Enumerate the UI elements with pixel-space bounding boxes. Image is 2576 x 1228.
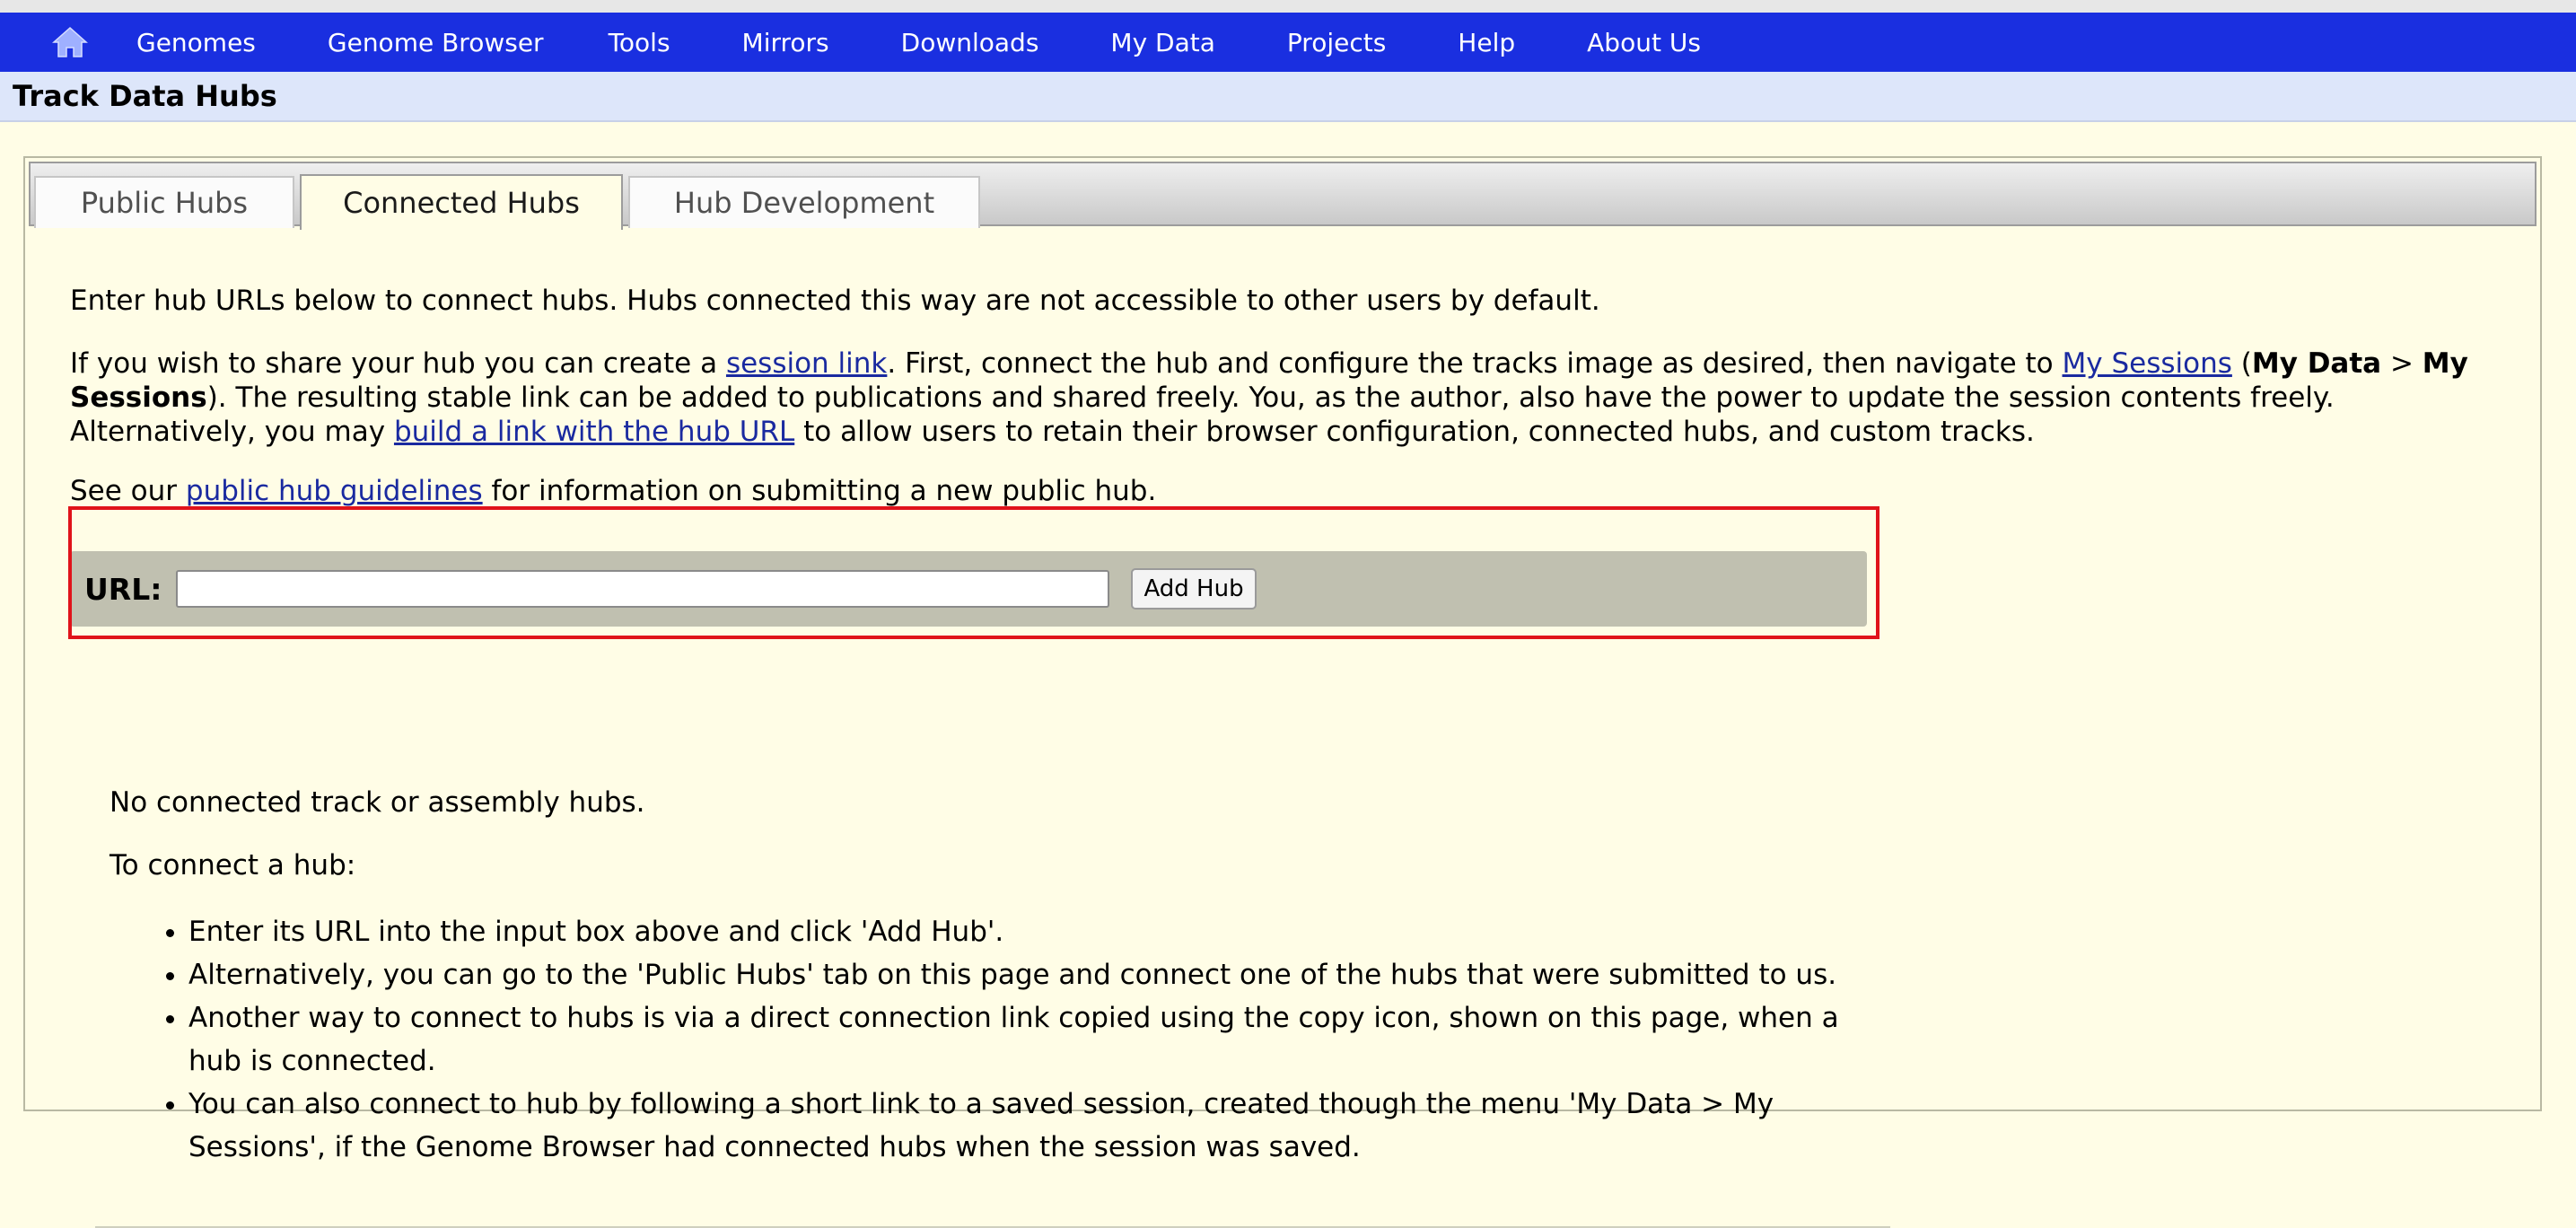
my-sessions-link[interactable]: My Sessions bbox=[2063, 347, 2232, 380]
nav-genomes[interactable]: Genomes bbox=[136, 28, 256, 57]
nav-genome-browser[interactable]: Genome Browser bbox=[328, 28, 544, 57]
nav-about-us[interactable]: About Us bbox=[1587, 28, 1701, 57]
build-link-url-link[interactable]: build a link with the hub URL bbox=[394, 416, 794, 448]
share-text-4: > bbox=[2381, 347, 2423, 380]
nav-tools[interactable]: Tools bbox=[609, 28, 670, 57]
share-paragraph: If you wish to share your hub you can cr… bbox=[70, 346, 2511, 449]
main-navbar: Genomes Genome Browser Tools Mirrors Dow… bbox=[0, 13, 2576, 72]
nav-help[interactable]: Help bbox=[1458, 28, 1515, 57]
intro-text: Enter hub URLs below to connect hubs. Hu… bbox=[70, 285, 1600, 317]
guidelines-text-2: for information on submitting a new publ… bbox=[482, 475, 1157, 507]
list-item: Another way to connect to hubs is via a … bbox=[188, 996, 1874, 1083]
tab-hub-development[interactable]: Hub Development bbox=[628, 176, 980, 228]
public-hub-guidelines-link[interactable]: public hub guidelines bbox=[186, 475, 483, 507]
list-item: Alternatively, you can go to the 'Public… bbox=[188, 953, 1874, 996]
share-text-3: ( bbox=[2231, 347, 2252, 380]
no-connected-hubs-text: No connected track or assembly hubs. bbox=[110, 786, 645, 819]
hub-tabs-panel: Public Hubs Connected Hubs Hub Developme… bbox=[23, 156, 2542, 1228]
home-icon bbox=[52, 26, 88, 57]
guidelines-paragraph: See our public hub guidelines for inform… bbox=[70, 474, 1156, 508]
add-hub-button[interactable]: Add Hub bbox=[1131, 568, 1257, 610]
nav-projects[interactable]: Projects bbox=[1287, 28, 1386, 57]
nav-mirrors[interactable]: Mirrors bbox=[742, 28, 829, 57]
tab-bar: Public Hubs Connected Hubs Hub Developme… bbox=[29, 162, 2537, 230]
how-to-connect-heading: To connect a hub: bbox=[110, 849, 356, 882]
page-title-bar: Track Data Hubs bbox=[0, 72, 2576, 122]
connect-steps-list: Enter its URL into the input box above a… bbox=[115, 910, 1874, 1169]
tab-public-hubs[interactable]: Public Hubs bbox=[34, 176, 294, 228]
home-button[interactable] bbox=[50, 24, 90, 60]
tab-connected-hubs[interactable]: Connected Hubs bbox=[300, 174, 623, 230]
hub-url-input[interactable] bbox=[176, 570, 1110, 608]
my-data-bold: My Data bbox=[2251, 347, 2382, 380]
share-text-6: to allow users to retain their browser c… bbox=[794, 416, 2035, 448]
url-form: URL: Add Hub bbox=[70, 551, 1867, 627]
share-text-2: . First, connect the hub and configure t… bbox=[887, 347, 2063, 380]
session-link[interactable]: session link bbox=[726, 347, 887, 380]
browser-top-strip bbox=[0, 0, 2576, 13]
nav-my-data[interactable]: My Data bbox=[1110, 28, 1214, 57]
guidelines-text-1: See our bbox=[70, 475, 186, 507]
page-title: Track Data Hubs bbox=[13, 79, 277, 113]
share-text-1: If you wish to share your hub you can cr… bbox=[70, 347, 726, 380]
list-item: You can also connect to hub by following… bbox=[188, 1083, 1874, 1169]
list-item: Enter its URL into the input box above a… bbox=[188, 910, 1874, 953]
url-label: URL: bbox=[84, 571, 162, 607]
nav-downloads[interactable]: Downloads bbox=[901, 28, 1039, 57]
